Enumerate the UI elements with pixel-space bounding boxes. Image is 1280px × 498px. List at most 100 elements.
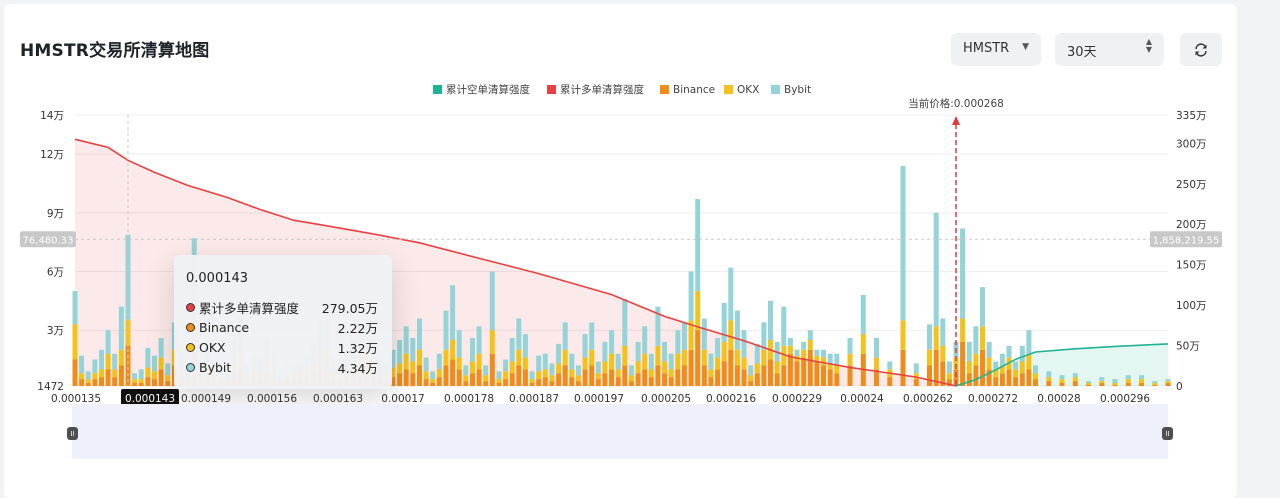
bar-binance xyxy=(542,377,548,386)
bar-okx xyxy=(834,365,840,374)
bar-binance xyxy=(509,373,515,386)
legend-label: 累计多单清算强度 xyxy=(560,83,644,96)
bar-bybit xyxy=(410,338,416,362)
bar-binance xyxy=(748,381,754,386)
bar-bybit xyxy=(1086,381,1091,384)
bar-binance xyxy=(430,383,436,386)
bar-okx xyxy=(72,324,78,360)
legend-swatch xyxy=(724,85,733,94)
bar-okx xyxy=(715,357,721,370)
bar-bybit xyxy=(675,330,681,354)
bar-okx xyxy=(1013,369,1019,378)
bar-okx xyxy=(642,353,648,370)
bar-bybit xyxy=(642,326,648,354)
bar-okx xyxy=(748,375,754,382)
y-right-tick: 50万 xyxy=(1176,341,1200,353)
bar-binance xyxy=(688,349,694,386)
bar-bybit xyxy=(443,310,449,350)
bar-binance xyxy=(761,365,767,386)
bar-okx xyxy=(1033,373,1038,380)
bar-bybit xyxy=(847,338,853,354)
bar-okx xyxy=(787,345,793,354)
bar-binance xyxy=(85,383,91,386)
bar-bybit xyxy=(715,338,721,358)
bar-binance xyxy=(536,379,542,386)
bar-bybit xyxy=(562,322,568,350)
bar-okx xyxy=(158,357,164,370)
bar-binance xyxy=(980,349,985,386)
bar-okx xyxy=(522,357,528,370)
bar-binance xyxy=(695,330,701,386)
bar-okx xyxy=(655,345,661,366)
bar-bybit xyxy=(834,353,840,366)
bar-bybit xyxy=(456,330,462,358)
bar-bybit xyxy=(483,365,489,376)
bar-okx xyxy=(980,326,985,350)
bar-bybit xyxy=(728,267,734,321)
bar-okx xyxy=(503,371,509,380)
bar-bybit xyxy=(940,318,946,346)
bar-okx xyxy=(549,375,555,382)
bar-binance xyxy=(138,383,144,386)
bar-binance xyxy=(708,377,714,386)
bar-binance xyxy=(92,379,98,386)
bar-okx xyxy=(1139,379,1144,383)
bar-bybit xyxy=(145,347,151,368)
crosshair-left-value: 76,480.33 xyxy=(23,235,74,246)
legend-swatch xyxy=(547,85,556,94)
bar-bybit xyxy=(138,369,144,380)
bar-bybit xyxy=(946,361,952,374)
bar-binance xyxy=(112,377,118,386)
bar-okx xyxy=(496,379,502,383)
bar-bybit xyxy=(92,359,98,374)
bar-okx xyxy=(681,349,687,366)
bar-okx xyxy=(973,353,979,366)
bar-binance xyxy=(529,383,535,386)
bar-okx xyxy=(602,361,608,374)
bar-binance xyxy=(913,379,919,386)
bar-binance xyxy=(1086,385,1091,386)
bar-binance xyxy=(900,349,906,386)
bar-bybit xyxy=(1125,375,1131,380)
bar-binance xyxy=(1026,369,1032,386)
bar-okx xyxy=(801,349,807,358)
bar-binance xyxy=(436,377,442,386)
bar-binance xyxy=(728,349,734,386)
bar-bybit xyxy=(397,340,403,364)
bar-okx xyxy=(728,320,734,350)
bar-binance xyxy=(562,365,568,386)
bar-binance xyxy=(403,369,409,386)
legend-swatch xyxy=(660,85,669,94)
bar-bybit xyxy=(933,212,939,327)
bar-bybit xyxy=(1013,361,1019,370)
bar-okx xyxy=(562,349,568,366)
bar-bybit xyxy=(734,310,740,350)
bar-okx xyxy=(1152,383,1158,385)
bar-binance xyxy=(1019,373,1025,386)
bar-okx xyxy=(927,349,932,366)
bar-okx xyxy=(542,369,548,378)
bar-bybit xyxy=(569,353,575,370)
bar-okx xyxy=(609,353,615,370)
bar-bybit xyxy=(403,326,409,354)
bar-binance xyxy=(152,379,157,386)
bar-okx xyxy=(635,361,641,374)
bar-bybit xyxy=(463,365,469,376)
bar-binance xyxy=(701,365,707,386)
bar-binance xyxy=(966,373,972,386)
range-slider-track[interactable] xyxy=(72,404,1168,459)
bar-okx xyxy=(79,373,85,380)
bar-okx xyxy=(1086,383,1091,385)
bar-okx xyxy=(575,375,581,382)
bar-bybit xyxy=(681,322,687,350)
range-slider-left-handle[interactable] xyxy=(67,427,78,440)
bar-binance xyxy=(814,361,820,386)
range-slider-right-handle[interactable] xyxy=(1162,427,1173,440)
bar-binance xyxy=(715,369,721,386)
y-left-tick: 14万 xyxy=(40,110,64,122)
bar-bybit xyxy=(662,341,668,362)
bar-bybit xyxy=(470,338,475,362)
y-left-tick: 1472 xyxy=(37,381,64,393)
bar-bybit xyxy=(860,295,866,335)
bar-okx xyxy=(708,369,714,378)
